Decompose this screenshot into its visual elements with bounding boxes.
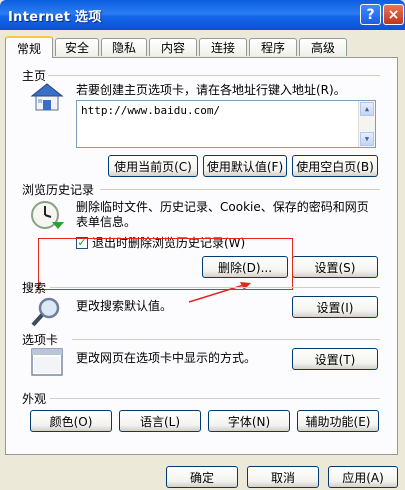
home-icon: [30, 83, 64, 111]
homepage-address-field[interactable]: http://www.baidu.com/ ▲ ▼: [76, 100, 376, 148]
use-blank-button[interactable]: 使用空白页(B): [292, 155, 378, 177]
history-description-line2: 表单信息。: [76, 215, 137, 229]
homepage-divider: [48, 75, 380, 76]
tab-privacy[interactable]: 隐私: [101, 38, 147, 56]
search-settings-button[interactable]: 设置(I): [292, 296, 378, 318]
history-settings-button[interactable]: 设置(S): [292, 256, 378, 278]
tabs-description: 更改网页在选项卡中显示的方式。: [76, 351, 257, 365]
fonts-button[interactable]: 字体(N): [208, 410, 290, 432]
tab-security[interactable]: 安全: [55, 38, 99, 56]
history-section-label: 浏览历史记录: [22, 183, 95, 197]
tabs-settings-button[interactable]: 设置(T): [292, 348, 378, 370]
tab-advanced[interactable]: 高级: [299, 38, 347, 56]
accessibility-button[interactable]: 辅助功能(E): [297, 410, 379, 432]
history-clock-icon: [31, 201, 64, 229]
delete-on-exit-checkbox[interactable]: ✓: [76, 237, 88, 249]
ok-button[interactable]: 确定: [166, 466, 238, 488]
cancel-button[interactable]: 取消: [247, 466, 319, 488]
homepage-scrollbar[interactable]: ▲ ▼: [358, 101, 375, 147]
title-bar: Internet 选项 ? ×: [0, 0, 405, 30]
annotation-arrow-icon: [188, 282, 251, 303]
homepage-description: 若要创建主页选项卡，请在各地址行键入地址(R)。: [76, 83, 346, 97]
scroll-down-icon[interactable]: ▼: [360, 132, 374, 146]
help-button[interactable]: ?: [360, 4, 381, 25]
search-section-label: 搜索: [22, 281, 47, 295]
delete-on-exit-label[interactable]: 退出时删除浏览历史记录(W): [92, 236, 245, 251]
languages-button[interactable]: 语言(L): [119, 410, 201, 432]
colors-button[interactable]: 颜色(O): [30, 410, 112, 432]
tab-general[interactable]: 常规: [5, 36, 53, 58]
homepage-address-value: http://www.baidu.com/: [81, 104, 221, 117]
tab-content[interactable]: 内容: [149, 38, 197, 56]
tab-programs[interactable]: 程序: [249, 38, 297, 56]
appearance-divider: [50, 398, 380, 399]
tab-connections[interactable]: 连接: [199, 38, 247, 56]
appearance-section-label: 外观: [22, 392, 47, 406]
use-current-page-button[interactable]: 使用当前页(C): [108, 155, 198, 177]
search-description: 更改搜索默认值。: [76, 299, 173, 313]
tabbed-window-icon: [31, 348, 63, 376]
tabs-section-label: 选项卡: [22, 333, 59, 347]
close-button[interactable]: ×: [383, 4, 404, 25]
search-icon: [31, 297, 60, 327]
window-title: Internet 选项: [8, 10, 102, 25]
history-description-line1: 删除临时文件、历史记录、Cookie、保存的密码和网页: [76, 200, 369, 214]
history-divider: [100, 189, 380, 190]
delete-history-button[interactable]: 删除(D)...: [202, 256, 288, 278]
search-divider: [50, 287, 380, 288]
scroll-up-icon[interactable]: ▲: [360, 102, 374, 116]
use-default-button[interactable]: 使用默认值(F): [203, 155, 287, 177]
tabs-section-divider: [72, 339, 380, 340]
apply-button[interactable]: 应用(A): [328, 466, 398, 488]
